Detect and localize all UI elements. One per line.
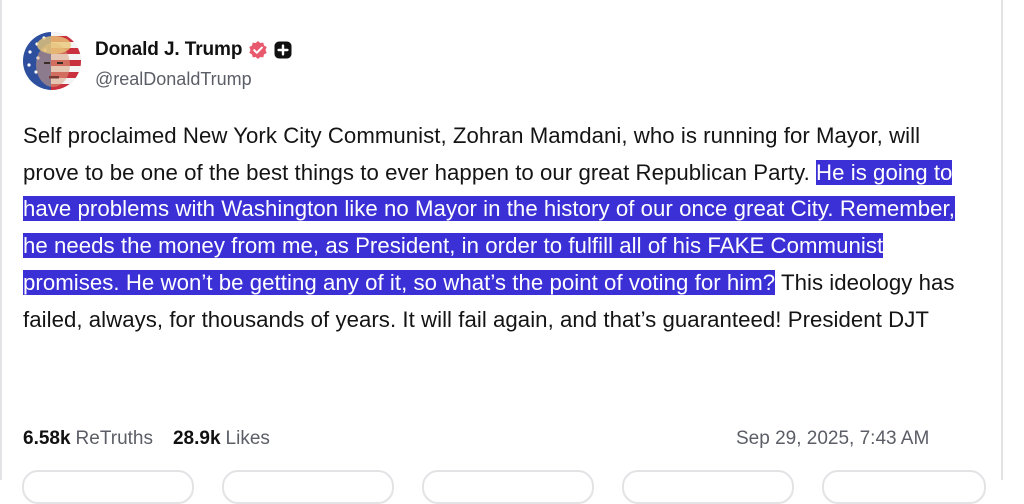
card-border-left: [0, 0, 2, 480]
action-button-retruth[interactable]: [222, 470, 394, 504]
post-timestamp[interactable]: Sep 29, 2025, 7:43 AM: [736, 428, 929, 450]
likes-count[interactable]: 28.9k: [173, 428, 221, 450]
avatar[interactable]: [23, 32, 81, 90]
action-button-like[interactable]: [422, 470, 594, 504]
retruths-label[interactable]: ReTruths: [76, 428, 153, 450]
post-text: Self proclaimed New York City Communist,…: [23, 118, 973, 338]
card-border-right: [1001, 0, 1003, 480]
post-stats: 6.58k ReTruths 28.9k Likes: [23, 428, 270, 450]
verified-badge-icon: [248, 40, 268, 60]
post-text-before: Self proclaimed New York City Communist,…: [23, 123, 921, 185]
author-handle[interactable]: @realDonaldTrump: [95, 69, 252, 90]
action-button-more[interactable]: [822, 470, 986, 504]
author-name-row: Donald J. Trump: [95, 38, 292, 62]
display-name[interactable]: Donald J. Trump: [95, 39, 242, 61]
action-button-reply[interactable]: [22, 470, 194, 504]
action-button-share[interactable]: [622, 470, 794, 504]
plus-icon: [274, 41, 292, 59]
likes-label[interactable]: Likes: [226, 428, 270, 450]
retruths-count[interactable]: 6.58k: [23, 428, 71, 450]
